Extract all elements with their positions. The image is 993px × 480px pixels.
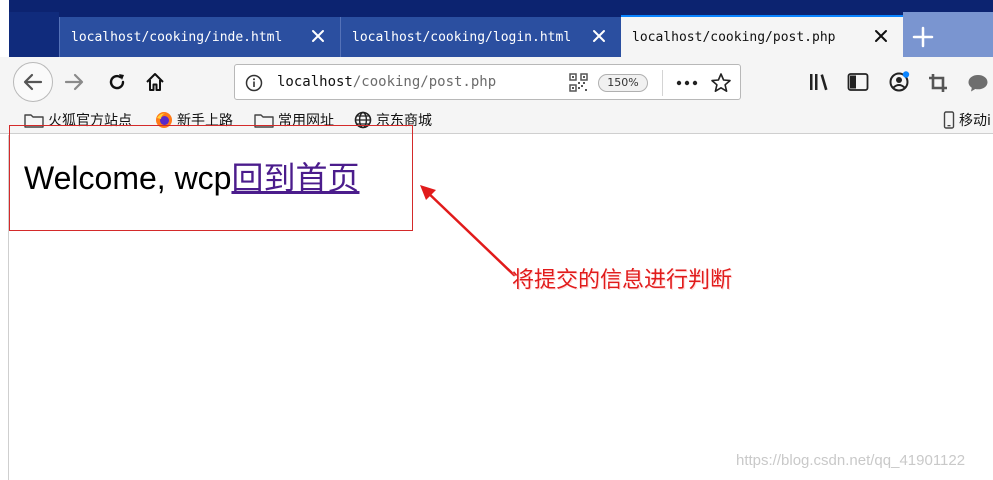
new-tab-icon[interactable] bbox=[903, 20, 943, 54]
close-icon[interactable] bbox=[871, 26, 891, 46]
account-icon[interactable] bbox=[887, 70, 911, 94]
mobile-device-icon bbox=[943, 111, 955, 129]
zoom-level-badge[interactable]: 150% bbox=[598, 74, 648, 92]
welcome-message: Welcome, wcp回到首页 bbox=[24, 153, 359, 199]
library-icon[interactable] bbox=[808, 72, 830, 92]
mobile-bookmarks-label: 移动i bbox=[959, 113, 991, 129]
back-arrow-icon bbox=[23, 73, 43, 91]
annotation-text: 将提交的信息进行判断 bbox=[512, 268, 733, 293]
bookmark-star-icon[interactable] bbox=[710, 72, 732, 94]
window-edge bbox=[0, 0, 9, 57]
tab-strip-spacer bbox=[9, 12, 59, 57]
info-icon[interactable] bbox=[245, 74, 263, 92]
address-bar[interactable]: localhost/cooking/post.php 150% bbox=[234, 64, 741, 100]
url-text[interactable]: localhost/cooking/post.php bbox=[277, 74, 496, 90]
forward-arrow-icon bbox=[64, 73, 84, 91]
screenshot-crop-icon[interactable] bbox=[927, 72, 949, 94]
mobile-bookmarks[interactable]: 移动i bbox=[943, 109, 991, 131]
annotation-arrow bbox=[420, 185, 516, 277]
tab-title: localhost/cooking/post.php bbox=[632, 29, 836, 45]
tab-title: localhost/cooking/inde.html bbox=[71, 29, 283, 45]
home-icon bbox=[146, 73, 164, 91]
welcome-text: Welcome, wcp bbox=[24, 160, 232, 196]
watermark: https://blog.csdn.net/qq_41901122 bbox=[736, 452, 966, 469]
qr-code-icon[interactable] bbox=[569, 73, 588, 92]
tab-title: localhost/cooking/login.html bbox=[352, 29, 572, 45]
home-link[interactable]: 回到首页 bbox=[231, 160, 359, 196]
sidebar-icon[interactable] bbox=[847, 72, 869, 92]
page-content: Welcome, wcp回到首页 将提交的信息进行判断 https://blog… bbox=[0, 125, 993, 480]
home-button[interactable] bbox=[139, 66, 171, 98]
reload-icon bbox=[109, 74, 125, 90]
reload-button[interactable] bbox=[101, 66, 133, 98]
close-icon[interactable] bbox=[589, 26, 609, 46]
chat-icon[interactable] bbox=[966, 72, 990, 94]
url-host: localhost bbox=[277, 74, 353, 90]
page-actions-icon[interactable] bbox=[675, 74, 699, 92]
url-bar-divider bbox=[662, 70, 663, 96]
tab-strip: localhost/cooking/inde.html localhost/co… bbox=[0, 0, 993, 57]
tab-post[interactable]: localhost/cooking/post.php bbox=[621, 15, 903, 57]
url-path: /cooking/post.php bbox=[352, 74, 497, 90]
tab-login[interactable]: localhost/cooking/login.html bbox=[340, 17, 621, 57]
tab-inde[interactable]: localhost/cooking/inde.html bbox=[59, 17, 340, 57]
close-icon[interactable] bbox=[308, 26, 328, 46]
back-button[interactable] bbox=[13, 62, 53, 102]
forward-button[interactable] bbox=[58, 66, 90, 98]
navigation-toolbar: localhost/cooking/post.php 150% bbox=[0, 57, 993, 105]
